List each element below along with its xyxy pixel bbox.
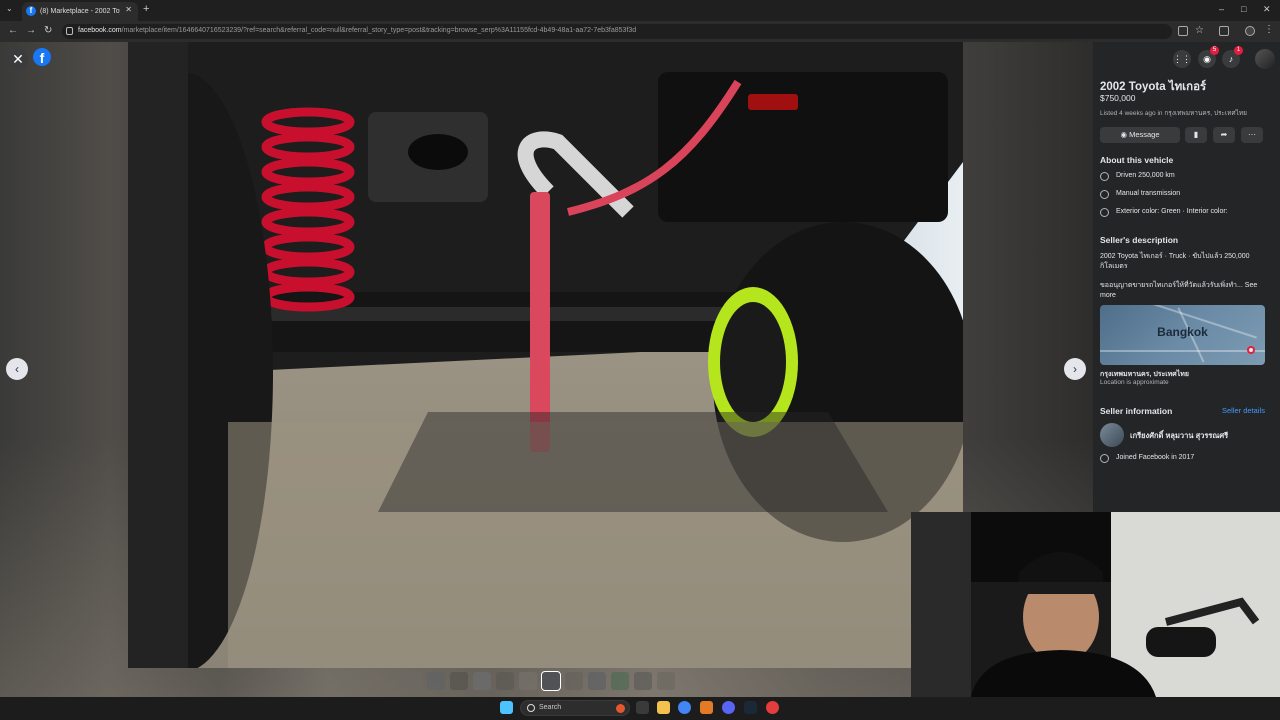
notifications-badge: 1	[1234, 46, 1243, 55]
seller-information-heading: Seller information	[1100, 406, 1173, 416]
description-line-1: 2002 Toyota ไทเกอร์ · Truck · ขับไปแล้ว …	[1100, 253, 1250, 270]
taskbar-search[interactable]: Search	[520, 700, 630, 716]
tab-search-icon[interactable]: ⌄	[6, 4, 13, 13]
reload-button[interactable]: ↻	[44, 25, 52, 36]
browser-tab-bar: ⌄ f (8) Marketplace - 2002 Toyota ไ ✕ + …	[0, 0, 1280, 21]
tab-close-icon[interactable]: ✕	[125, 5, 132, 14]
photo-thumbnail[interactable]	[473, 672, 491, 690]
transmission-text: Manual transmission	[1116, 190, 1181, 197]
obs-icon[interactable]	[766, 701, 779, 714]
truck-underside-photo	[128, 42, 963, 668]
speedometer-icon	[1100, 172, 1109, 181]
listing-date-location: Listed 4 weeks ago in กรุงเทพมหานคร, ประ…	[1100, 110, 1247, 117]
cast-icon[interactable]	[1178, 26, 1188, 36]
paint-icon	[1100, 208, 1109, 217]
windows-taskbar: Search	[0, 697, 1280, 720]
gearbox-icon	[1100, 190, 1109, 199]
new-tab-button[interactable]: +	[143, 3, 149, 15]
messenger-badge: 5	[1210, 46, 1219, 55]
task-view-icon[interactable]	[636, 701, 649, 714]
url-text: facebook.com/marketplace/item/1646640716…	[78, 27, 636, 34]
photo-thumbnail[interactable]	[657, 672, 675, 690]
minimize-button[interactable]: –	[1219, 4, 1224, 14]
next-photo-button[interactable]: ›	[1064, 358, 1086, 380]
streamer-webcam-feed	[911, 512, 1280, 697]
color-text: Exterior color: Green · Interior color:	[1116, 208, 1228, 215]
seller-details-link[interactable]: Seller details	[1222, 406, 1265, 415]
message-seller-button[interactable]: ◉ Message	[1100, 127, 1180, 143]
share-listing-button[interactable]: ➦	[1213, 127, 1235, 143]
extensions-icon[interactable]	[1219, 26, 1229, 36]
url-path: /marketplace/item/1646640716523239/?ref=…	[121, 27, 637, 34]
photo-thumbnail[interactable]	[427, 672, 445, 690]
chrome-icon[interactable]	[678, 701, 691, 714]
messenger-small-icon: ◉	[1120, 130, 1130, 139]
photo-thumbnail[interactable]	[565, 672, 583, 690]
bookmark-icon: ▮	[1193, 130, 1199, 139]
file-explorer-icon[interactable]	[657, 701, 670, 714]
start-icon[interactable]	[500, 701, 513, 714]
photo-thumbnail[interactable]	[541, 671, 561, 691]
listing-price: $750,000	[1100, 93, 1136, 103]
save-listing-button[interactable]: ▮	[1185, 127, 1207, 143]
map-pin-icon	[1247, 346, 1255, 354]
site-info-icon[interactable]	[66, 27, 73, 35]
seller-name[interactable]: เกรียงศักดิ์ หลุมวาน สุวรรณศรี	[1130, 430, 1228, 442]
steam-icon[interactable]	[744, 701, 757, 714]
window-close-button[interactable]: ✕	[1263, 4, 1271, 15]
menu-grid-button[interactable]: ⋮⋮	[1173, 50, 1191, 68]
profile-icon[interactable]	[1245, 26, 1255, 36]
seller-description-heading: Seller's description	[1100, 235, 1179, 245]
url-domain: facebook.com	[78, 27, 122, 34]
listing-photo	[128, 42, 963, 668]
grid-icon: ⋮⋮	[1173, 54, 1191, 64]
close-viewer-button[interactable]: ✕	[8, 49, 28, 69]
facebook-favicon-icon: f	[26, 6, 36, 16]
url-field[interactable]: facebook.com/marketplace/item/1646640716…	[62, 24, 1172, 39]
more-options-button[interactable]: ···	[1241, 127, 1263, 143]
map-city-label: Bangkok	[1157, 325, 1208, 339]
photo-thumbnail[interactable]	[496, 672, 514, 690]
listing-details-panel: ⋮⋮ ◉ 5 ♪ 1 2002 Toyota ไทเกอร์ $750,000 …	[1093, 42, 1280, 512]
app-icon[interactable]	[700, 701, 713, 714]
forward-button[interactable]: →	[26, 25, 36, 36]
joined-text: Joined Facebook in 2017	[1116, 454, 1195, 461]
search-icon	[527, 704, 535, 712]
photo-thumbnail[interactable]	[634, 672, 652, 690]
about-vehicle-heading: About this vehicle	[1100, 155, 1174, 165]
taskbar-search-text: Search	[539, 704, 562, 711]
star-icon[interactable]: ☆	[1195, 25, 1205, 36]
location-map[interactable]: Bangkok	[1100, 305, 1265, 365]
share-icon: ➦	[1220, 130, 1228, 139]
photo-thumbnail[interactable]	[450, 672, 468, 690]
location-note: Location is approximate	[1100, 379, 1169, 386]
photo-thumbnail[interactable]	[519, 672, 537, 690]
search-highlight-icon	[616, 704, 625, 713]
message-label: Message	[1129, 130, 1160, 139]
photo-thumbnail[interactable]	[404, 672, 422, 690]
tab-title: (8) Marketplace - 2002 Toyota ไ	[40, 8, 120, 15]
back-button[interactable]: ←	[8, 25, 18, 36]
map-road	[1100, 350, 1265, 352]
seller-avatar[interactable]	[1100, 423, 1124, 447]
photo-thumbnail[interactable]	[588, 672, 606, 690]
description-line-2[interactable]: ขออนุญาตขายรถไทเกอร์ให้ที่วัดแล้วรับเพิ่…	[1100, 281, 1272, 301]
address-bar-row: ← → ↻ facebook.com/marketplace/item/1646…	[0, 21, 1280, 42]
webcam-overlay	[911, 512, 1280, 697]
facebook-small-icon	[1100, 454, 1109, 463]
browser-tab[interactable]: f (8) Marketplace - 2002 Toyota ไ ✕	[22, 2, 138, 21]
browser-menu-icon[interactable]: ⋮	[1264, 24, 1274, 35]
discord-icon[interactable]	[722, 701, 735, 714]
mileage-text: Driven 250,000 km	[1116, 172, 1175, 179]
photo-thumbnail[interactable]	[611, 672, 629, 690]
maximize-button[interactable]: □	[1241, 4, 1246, 14]
previous-photo-button[interactable]: ‹	[6, 358, 28, 380]
account-avatar[interactable]	[1255, 49, 1275, 69]
facebook-logo-icon[interactable]: f	[33, 48, 51, 66]
